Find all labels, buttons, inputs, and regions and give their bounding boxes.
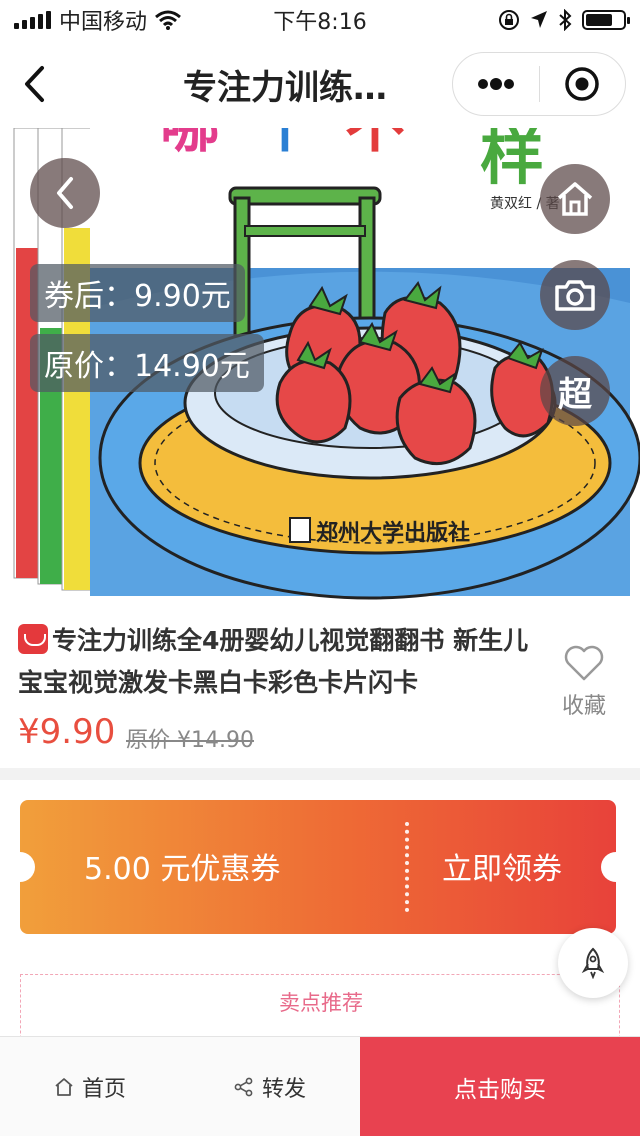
cover-char-3: 不 [345, 128, 405, 161]
chevron-left-icon [25, 66, 44, 102]
camera-icon [555, 280, 595, 311]
selling-points-label: 卖点推荐 [279, 991, 363, 1015]
cover-char-4: 样 [480, 128, 544, 194]
publisher-label: 郑州大学出版社 [316, 520, 470, 546]
cover-char-1: 哪 [160, 128, 220, 161]
signal-icon [14, 11, 51, 29]
tmall-icon [18, 624, 48, 654]
product-title-text: 专注力训练全4册婴幼儿视觉翻翻书 新生儿宝宝视觉激发卡黑白卡彩色卡片闪卡 [18, 626, 529, 697]
cover-char-2: 个 [255, 128, 315, 161]
share-icon [234, 1077, 253, 1096]
home-tab-label: 首页 [81, 1076, 126, 1102]
product-title: 专注力训练全4册婴幼儿视觉翻翻书 新生儿宝宝视觉激发卡黑白卡彩色卡片闪卡 [18, 620, 538, 704]
home-icon [557, 182, 593, 216]
home-tab[interactable]: 首页 [0, 1037, 180, 1136]
status-right [498, 9, 630, 31]
favorite-button[interactable]: 收藏 [554, 644, 614, 720]
carrier-label: 中国移动 [59, 10, 148, 35]
product-info: 专注力训练全4册婴幼儿视觉翻翻书 新生儿宝宝视觉激发卡黑白卡彩色卡片闪卡 收藏 … [0, 600, 640, 768]
home-icon [55, 1077, 73, 1096]
coupon-notch-right [601, 852, 631, 882]
more-button[interactable] [453, 53, 539, 115]
coupon-divider [405, 822, 409, 912]
original-price-tag: 原价：14.90元 [30, 334, 264, 392]
share-tab-label: 转发 [261, 1076, 306, 1102]
page: 中国移动 下午8:16 专注力训练… 样 黄双红 / 著 郑州大学出版社 超 券… [0, 0, 640, 1136]
chevron-left-icon [57, 177, 73, 209]
coupon-notch-left [5, 852, 35, 882]
page-title: 专注力训练… [183, 67, 387, 108]
wifi-icon [155, 10, 181, 30]
coupon-amount: 5.00 元优惠券 [84, 852, 281, 887]
super-label: 超 [558, 374, 592, 415]
close-mini-program-button[interactable] [540, 53, 626, 115]
current-price: ¥9.90 [18, 712, 116, 752]
get-coupon-button[interactable]: 立即领券 [442, 844, 562, 888]
home-button[interactable] [540, 164, 610, 234]
super-button[interactable]: 超 [540, 356, 610, 426]
bottom-bar: 首页 转发 点击购买 [0, 1036, 640, 1136]
original-price: 原价 ¥14.90 [126, 728, 254, 753]
more-dots-icon [477, 78, 514, 90]
mini-program-capsule [452, 52, 626, 116]
coupon-section: 5.00 元优惠券 立即领券 [0, 780, 640, 954]
back-to-top-button[interactable] [558, 928, 628, 998]
target-circle-icon [565, 67, 599, 101]
rotation-lock-icon [499, 10, 519, 30]
nav-back-button[interactable] [0, 40, 68, 128]
coupon-price-tag: 券后：9.90元 [30, 264, 245, 322]
screenshot-button[interactable] [540, 260, 610, 330]
product-image[interactable]: 哪 个 不 样 黄双红 / 著 郑州大学出版社 [0, 128, 640, 600]
favorite-label: 收藏 [561, 694, 606, 719]
rocket-icon [581, 947, 605, 979]
buy-button[interactable]: 点击购买 [360, 1037, 640, 1136]
coupon-card[interactable]: 5.00 元优惠券 立即领券 [5, 800, 631, 934]
share-tab[interactable]: 转发 [180, 1037, 360, 1136]
status-bar: 中国移动 下午8:16 [0, 0, 640, 40]
heart-icon [564, 645, 604, 681]
nav-bar: 专注力训练… [0, 40, 640, 128]
status-left: 中国移动 [14, 4, 181, 36]
bluetooth-icon [559, 9, 572, 31]
location-icon [531, 11, 547, 28]
battery-icon [582, 10, 630, 30]
hero-back-button[interactable] [30, 158, 100, 228]
battery-level [586, 14, 612, 26]
